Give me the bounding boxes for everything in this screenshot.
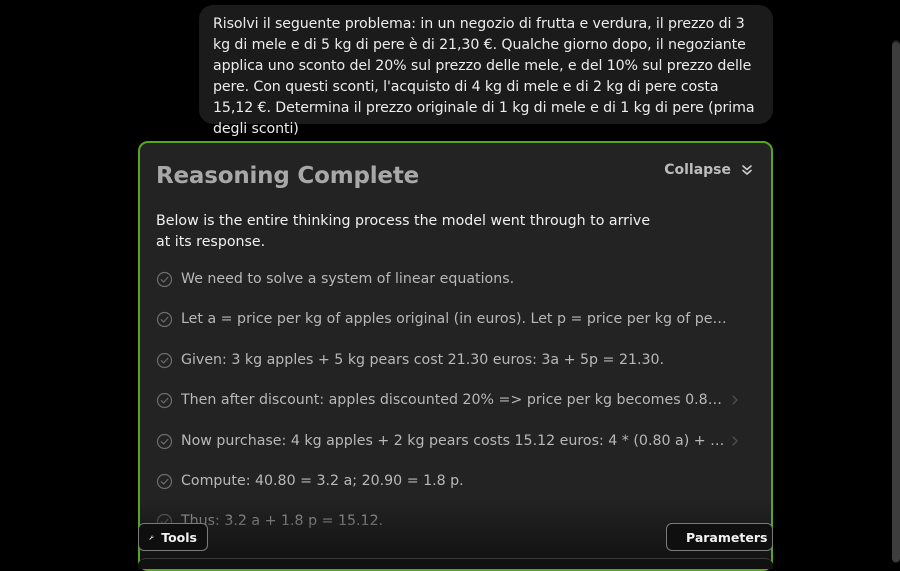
- parameters-button[interactable]: Parameters: [666, 523, 773, 551]
- reasoning-step-text: Let a = price per kg of apples original …: [181, 311, 731, 328]
- collapse-label: Collapse: [664, 162, 731, 178]
- wrench-icon: [149, 534, 154, 540]
- reasoning-title: Reasoning Complete: [156, 163, 420, 189]
- reasoning-panel: Reasoning Complete Collapse Below is the…: [138, 141, 773, 571]
- reasoning-step: Given: 3 kg apples + 5 kg pears cost 21.…: [156, 352, 756, 392]
- check-circle-icon: [156, 393, 173, 409]
- reasoning-step: We need to solve a system of linear equa…: [156, 271, 756, 311]
- reasoning-step: Let a = price per kg of apples original …: [156, 311, 756, 351]
- reasoning-step-text: Thus: 3.2 a + 1.8 p = 15.12.: [181, 513, 384, 530]
- tools-button[interactable]: Tools: [138, 523, 208, 551]
- check-circle-icon: [156, 312, 173, 328]
- chat-input-area[interactable]: [138, 558, 773, 569]
- check-circle-icon: [156, 433, 173, 449]
- scrollbar-thumb[interactable]: [892, 42, 900, 562]
- collapse-button[interactable]: Collapse: [664, 162, 753, 178]
- reasoning-step: Compute: 40.80 = 3.2 a; 20.90 = 1.8 p.: [156, 473, 756, 513]
- user-message-text: Risolvi il seguente problema: in un nego…: [213, 16, 755, 137]
- check-circle-icon: [156, 271, 173, 288]
- double-chevron-down-icon: [742, 165, 752, 175]
- reasoning-step-text: Given: 3 kg apples + 5 kg pears cost 21.…: [181, 351, 665, 368]
- parameters-label: Parameters: [686, 529, 768, 545]
- check-circle-icon: [156, 352, 173, 368]
- reasoning-step-expandable[interactable]: Then after discount: apples discounted 2…: [156, 392, 756, 432]
- user-message-bubble: Risolvi il seguente problema: in un nego…: [199, 5, 773, 137]
- check-circle-icon: [156, 473, 173, 490]
- reasoning-step-text: Then after discount: apples discounted 2…: [181, 392, 726, 409]
- reasoning-intro: Below is the entire thinking process the…: [156, 213, 651, 250]
- chevron-right-icon[interactable]: [730, 435, 740, 447]
- reasoning-step-text: We need to solve a system of linear equa…: [181, 271, 515, 287]
- reasoning-steps-list: We need to solve a system of linear equa…: [156, 271, 756, 554]
- reasoning-step-text: Now purchase: 4 kg apples + 2 kg pears c…: [181, 432, 726, 449]
- reasoning-step-expandable[interactable]: Now purchase: 4 kg apples + 2 kg pears c…: [156, 433, 756, 473]
- chevron-right-icon[interactable]: [730, 394, 740, 406]
- reasoning-step-text: Compute: 40.80 = 3.2 a; 20.90 = 1.8 p.: [181, 472, 464, 489]
- tools-label: Tools: [161, 529, 197, 545]
